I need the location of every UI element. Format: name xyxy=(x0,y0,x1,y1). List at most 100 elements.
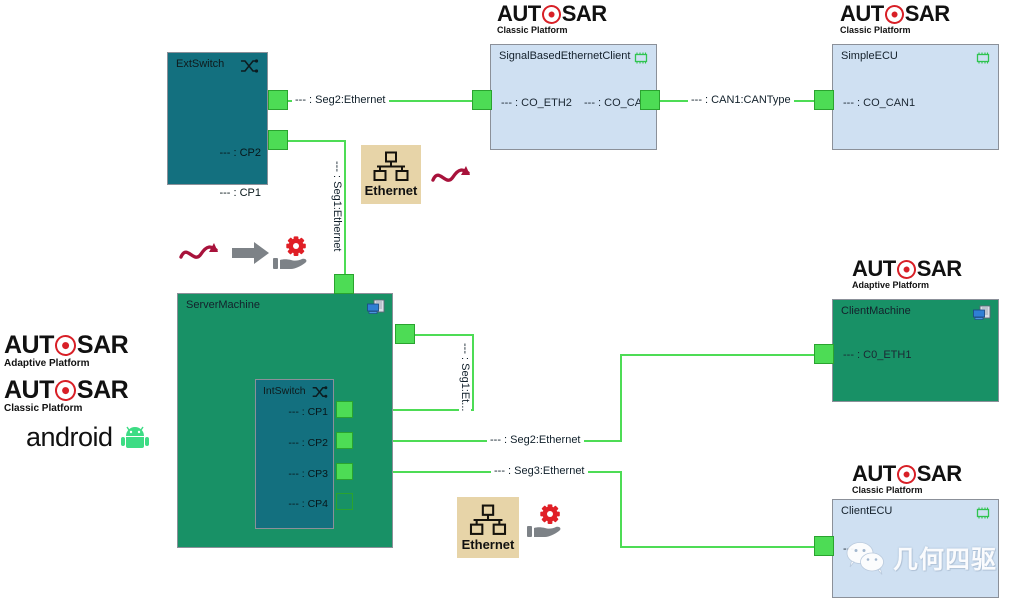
port-server-machine-top[interactable] xyxy=(334,274,354,294)
ethernet-network-icon-upper: Ethernet xyxy=(361,145,421,204)
port-label-cp4: --- : CP4 xyxy=(288,498,328,510)
autosar-word-aut: AUT xyxy=(497,1,541,26)
autosar-platform-label: Classic Platform xyxy=(852,485,923,495)
port-ext-switch-cp1[interactable] xyxy=(268,130,288,150)
ethernet-network-icon xyxy=(469,504,507,535)
node-title: SignalBasedEthernetClient xyxy=(499,50,631,62)
node-title: ServerMachine xyxy=(186,299,260,311)
link-seg3-int-vertical xyxy=(620,471,622,548)
machine-computer-icon xyxy=(367,299,385,314)
link-label-seg1-internal: --- : Seg1:Et... xyxy=(459,340,471,415)
port-label-c0-eth1: --- : C0_ETH1 xyxy=(843,349,912,361)
autosar-logo-right-adaptive: AUT SAR Adaptive Platform xyxy=(852,258,962,290)
autosar-o-icon xyxy=(894,257,918,281)
android-logo: android xyxy=(26,424,150,451)
android-robot-icon xyxy=(120,426,149,448)
autosar-platform-label: Adaptive Platform xyxy=(852,280,930,290)
port-ext-switch-cp2[interactable] xyxy=(268,90,288,110)
autosar-platform-label: Classic Platform xyxy=(497,25,568,35)
autosar-logo-top-right: AUT SAR Classic Platform xyxy=(840,3,950,35)
autosar-word-sar: SAR xyxy=(76,331,129,359)
hand-holding-gear-icon-lower xyxy=(527,504,561,537)
port-label-co-can1: --- : CO_CAN1 xyxy=(843,97,916,109)
autosar-word-sar: SAR xyxy=(916,256,962,281)
link-seg1-internal-top xyxy=(412,334,474,336)
autosar-o-icon xyxy=(52,333,78,358)
port-int-switch-cp2[interactable] xyxy=(336,432,353,449)
link-seg2-to-clientmachine xyxy=(620,354,814,356)
machine-computer-icon xyxy=(973,305,991,320)
autosar-platform-label: Classic Platform xyxy=(4,403,83,414)
autosar-word-aut: AUT xyxy=(840,1,884,26)
port-signal-client-co-eth2[interactable] xyxy=(472,90,492,110)
autosar-logo-right-classic: AUT SAR Classic Platform xyxy=(852,463,962,495)
node-client-ecu[interactable]: ClientECU --- xyxy=(832,499,999,598)
port-label-cp2: --- : CP2 xyxy=(288,437,328,449)
node-title: SimpleECU xyxy=(841,50,898,62)
autosar-word-aut: AUT xyxy=(852,256,896,281)
port-signal-client-co-can1[interactable] xyxy=(640,90,660,110)
link-label-seg2-top: --- : Seg2:Ethernet xyxy=(292,94,389,106)
port-int-switch-cp3[interactable] xyxy=(336,463,353,480)
link-seg1-internal-vertical xyxy=(472,334,474,410)
android-label: android xyxy=(26,422,113,452)
port-client-ecu-port[interactable] xyxy=(814,536,834,556)
autosar-word-sar: SAR xyxy=(904,1,950,26)
node-simple-ecu[interactable]: SimpleECU --- : CO_CAN1 xyxy=(832,44,999,150)
node-title: ExtSwitch xyxy=(176,58,225,70)
ecu-chip-icon xyxy=(976,52,990,64)
autosar-word-aut: AUT xyxy=(852,461,896,486)
switch-shuffle-icon xyxy=(312,386,328,398)
ethernet-icon-label: Ethernet xyxy=(364,183,418,198)
autosar-word-sar: SAR xyxy=(76,376,129,404)
port-label-cp3: --- : CP3 xyxy=(288,468,328,480)
node-title: IntSwitch xyxy=(263,385,306,397)
diagram-canvas: AUT SAR Classic Platform AUT SAR Classic… xyxy=(0,0,1034,606)
autosar-logo-left-adaptive: AUT SAR Adaptive Platform xyxy=(4,331,129,369)
link-seg2-int-vertical xyxy=(620,354,622,442)
node-ext-switch[interactable]: ExtSwitch --- : CP2 --- : CP1 xyxy=(167,52,268,199)
ethernet-network-icon xyxy=(373,151,409,181)
port-simple-ecu-co-can1[interactable] xyxy=(814,90,834,110)
link-label-seg3: --- : Seg3:Ethernet xyxy=(491,465,588,477)
signal-wave-icon-upper xyxy=(431,166,470,182)
autosar-logo-left-classic: AUT SAR Classic Platform xyxy=(4,376,129,414)
node-signal-based-ethernet-client[interactable]: SignalBasedEthernetClient --- : CO_ETH2 … xyxy=(490,44,657,150)
autosar-platform-label: Classic Platform xyxy=(840,25,911,35)
port-client-machine-c0-eth1[interactable] xyxy=(814,344,834,364)
port-label-cp1: --- : CP1 xyxy=(219,187,261,199)
link-seg1-horizontal-top xyxy=(288,140,346,142)
autosar-logo-top-middle: AUT SAR Classic Platform xyxy=(497,3,607,35)
link-seg1-vertical xyxy=(344,140,346,282)
port-label-cp2: --- : CP2 xyxy=(219,147,261,159)
autosar-o-icon xyxy=(882,2,906,26)
port-label-client-ecu: --- xyxy=(843,543,854,555)
link-label-can1: --- : CAN1:CANType xyxy=(688,94,794,106)
right-arrow-icon xyxy=(232,242,269,264)
port-server-machine-right[interactable] xyxy=(395,324,415,344)
autosar-platform-label: Adaptive Platform xyxy=(4,358,90,369)
ethernet-network-icon-lower: Ethernet xyxy=(457,497,519,558)
autosar-word-sar: SAR xyxy=(916,461,962,486)
ecu-chip-icon xyxy=(634,52,648,64)
node-int-switch[interactable]: IntSwitch --- : CP1 --- : CP2 --- : CP3 … xyxy=(255,379,334,529)
port-int-switch-cp4[interactable] xyxy=(336,493,353,510)
autosar-o-icon xyxy=(894,462,918,486)
link-label-seg2-bottom: --- : Seg2:Ethernet xyxy=(487,434,584,446)
port-label-co-eth2: --- : CO_ETH2 xyxy=(501,97,572,109)
ethernet-icon-label: Ethernet xyxy=(461,536,515,552)
link-label-seg1: --- : Seg1:Ethernet xyxy=(331,158,343,255)
node-title: ClientECU xyxy=(841,505,893,517)
node-title: ClientMachine xyxy=(841,305,911,317)
autosar-o-icon xyxy=(52,378,78,403)
node-client-machine[interactable]: ClientMachine --- : C0_ETH1 xyxy=(832,299,999,402)
port-int-switch-cp1[interactable] xyxy=(336,401,353,418)
autosar-word-aut: AUT xyxy=(4,331,54,359)
autosar-o-icon xyxy=(539,2,563,26)
switch-shuffle-icon xyxy=(241,59,259,73)
link-seg3-to-clientecu xyxy=(620,546,814,548)
signal-wave-icon-left xyxy=(179,243,218,259)
autosar-word-sar: SAR xyxy=(561,1,607,26)
ecu-chip-icon xyxy=(976,507,990,519)
port-label-cp1: --- : CP1 xyxy=(288,406,328,418)
